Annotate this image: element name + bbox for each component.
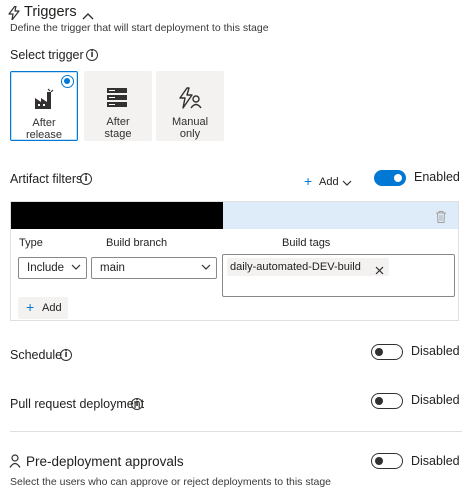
trigger-option-line1: Manual [171,116,209,128]
branch-dropdown-value: main [100,262,125,274]
build-tag-chip: daily-automated-DEV-build [227,258,389,276]
section-divider [10,431,462,432]
type-dropdown-value: Include [27,262,65,274]
add-filter-row-button[interactable]: + Add [18,297,68,319]
artifact-filters-toggle[interactable] [374,170,406,186]
artifact-filters-label: Artifact filters [10,172,83,186]
schedule-toggle-label: Disabled [411,344,460,358]
chevron-down-icon [342,178,352,190]
plus-icon: + [304,173,313,189]
info-icon[interactable]: i [86,49,98,61]
build-tag-label: daily-automated-DEV-build [230,261,361,273]
trigger-option-line2: stage [104,128,132,140]
info-icon[interactable]: i [60,349,72,361]
chevron-down-icon [71,264,81,270]
type-dropdown[interactable]: Include [18,257,87,279]
trigger-option-after-release[interactable]: After release [10,71,78,141]
approvals-toggle-label: Disabled [411,454,460,468]
approvals-toggle[interactable] [371,453,403,469]
build-tags-input[interactable]: daily-automated-DEV-build [222,254,455,297]
trigger-option-line2: only [179,128,201,140]
add-label: Add [319,176,339,188]
trigger-option-line1: After [106,116,130,128]
pull-request-label: Pull request deployment [10,397,145,411]
close-icon[interactable] [375,262,384,280]
trigger-option-line1: After [32,117,56,129]
info-icon[interactable]: i [80,173,92,185]
plus-icon: + [26,299,35,315]
server-stack-icon [107,88,127,107]
trigger-option-manual-only[interactable]: Manual only [156,71,224,141]
approvals-title: Pre-deployment approvals [26,454,184,469]
pull-request-toggle[interactable] [371,393,403,409]
pull-request-toggle-label: Disabled [411,393,460,407]
redacted-artifact-name [11,202,223,229]
factory-icon [35,88,54,109]
triggers-title: Triggers [24,4,77,20]
artifact-filters-toggle-label: Enabled [414,170,460,184]
column-header-branch: Build branch [106,237,168,249]
column-header-tags: Build tags [282,237,331,249]
schedule-toggle[interactable] [371,344,403,360]
add-row-label: Add [42,302,62,314]
person-icon [9,454,21,473]
trash-icon[interactable] [436,210,446,228]
approvals-description: Select the users who can approve or reje… [10,476,332,488]
artifact-filter-card: Type Build branch Build tags Include mai… [10,201,459,321]
lightning-person-icon [179,87,202,109]
radio-selected-icon [61,75,74,88]
column-header-type: Type [19,237,43,249]
select-trigger-label: Select trigger [10,48,84,62]
triggers-description: Define the trigger that will start deplo… [10,22,269,34]
chevron-down-icon [201,264,211,270]
trigger-option-after-stage[interactable]: After stage [84,71,152,141]
trigger-option-line2: release [25,129,63,141]
schedule-label: Schedule [10,348,63,362]
info-icon[interactable]: i [131,398,143,410]
branch-dropdown[interactable]: main [91,257,217,279]
